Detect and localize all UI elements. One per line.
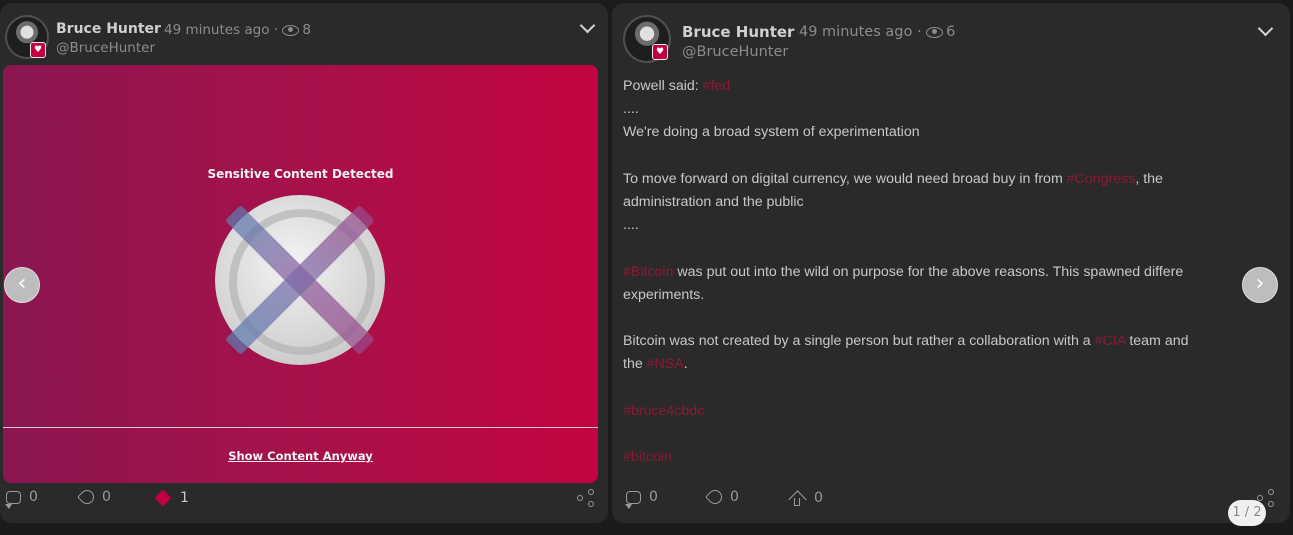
chevron-down-icon[interactable] [1257,20,1274,37]
post-body: Powell said: #fed .... We're doing a bro… [623,75,1263,469]
carousel-pager: 1 / 2 [1228,500,1266,526]
comment-icon [625,491,641,509]
author-handle[interactable]: @BruceHunter [56,40,155,56]
upvote-count: 0 [814,490,823,506]
eye-icon [282,24,300,36]
share-button[interactable] [577,489,595,507]
body-text: To move forward on digital currency, we … [623,170,1067,187]
boost-button[interactable]: 0 [705,487,739,507]
post-meta: 49 minutes ago · 8 [164,22,311,38]
comment-button[interactable]: 0 [5,489,38,509]
hashtag-link[interactable]: #Congress [1067,171,1136,187]
rocket-icon [705,487,725,507]
body-text: , the [1135,170,1163,187]
author-handle[interactable]: @BruceHunter [682,44,788,60]
hashtag-link[interactable]: #Bitcoin [623,264,673,280]
body-text: experiments. [623,286,705,303]
post-card-right: ♥ Bruce Hunter 49 minutes ago · 6 @Bruce… [612,3,1290,523]
chevron-down-icon[interactable] [579,17,596,34]
upvote-button[interactable]: 0 [788,489,823,509]
rocket-icon [77,487,97,507]
body-text: the [623,356,647,373]
verified-badge-icon: ♥ [652,44,668,60]
body-text: Powell said: [623,78,703,94]
hashtag-link[interactable]: #NSA [647,356,684,372]
view-count: 8 [302,22,311,38]
body-text: administration and the public [623,194,804,211]
show-content-anyway-button[interactable]: Show Content Anyway [3,449,598,463]
hashtag-link[interactable]: #bruce4cbdc [623,403,704,419]
comment-count: 0 [649,489,658,505]
body-text: team and [1125,333,1189,350]
post-header: ♥ Bruce Hunter 49 minutes ago · 8 @Bruce… [0,3,608,63]
author-name[interactable]: Bruce Hunter [56,21,161,37]
boost-count: 0 [730,489,739,505]
reaction-count: 1 [180,490,189,506]
post-card-left: ♥ Bruce Hunter 49 minutes ago · 8 @Bruce… [0,3,608,523]
comment-count: 0 [29,489,38,505]
body-text: . [683,356,688,373]
media-divider [3,427,598,428]
eye-icon [926,26,944,38]
post-meta: 49 minutes ago · 6 [799,24,955,40]
fire-icon [154,489,172,507]
hashtag-link[interactable]: #CIA [1095,333,1126,349]
meta-separator: · [916,24,922,40]
post-actions: 0 0 1 [0,487,608,521]
chevron-right-icon[interactable]: › [1242,267,1278,303]
meta-separator: · [273,22,279,38]
comment-icon [5,491,21,509]
post-actions: 0 0 0 [612,487,1290,521]
reaction-button[interactable]: 1 [154,489,189,507]
post-time: 49 minutes ago [164,22,270,38]
chevron-left-icon[interactable]: ‹ [4,267,40,303]
sensitive-content-title: Sensitive Content Detected [207,167,394,181]
post-time: 49 minutes ago [799,24,913,40]
boost-button[interactable]: 0 [77,487,111,507]
post-header: ♥ Bruce Hunter 49 minutes ago · 6 @Bruce… [612,3,1290,63]
body-text: We're doing a broad system of experiment… [623,124,920,141]
blocked-content-icon [215,195,385,365]
body-text: .... [623,217,639,234]
text-fade [612,458,1290,488]
sensitive-media: Sensitive Content Detected Show Content … [3,65,598,483]
view-count: 6 [946,24,956,40]
share-icon [577,489,595,507]
boost-count: 0 [102,489,111,505]
hashtag-link[interactable]: #fed [703,78,731,94]
arrow-up-icon [788,489,807,509]
body-text: was put out into the wild on purpose for… [673,263,1184,280]
body-text: .... [623,101,639,118]
comment-button[interactable]: 0 [625,489,658,509]
verified-badge-icon: ♥ [30,42,46,58]
author-name[interactable]: Bruce Hunter [682,23,794,41]
body-text: Bitcoin was not created by a single pers… [623,333,1095,350]
